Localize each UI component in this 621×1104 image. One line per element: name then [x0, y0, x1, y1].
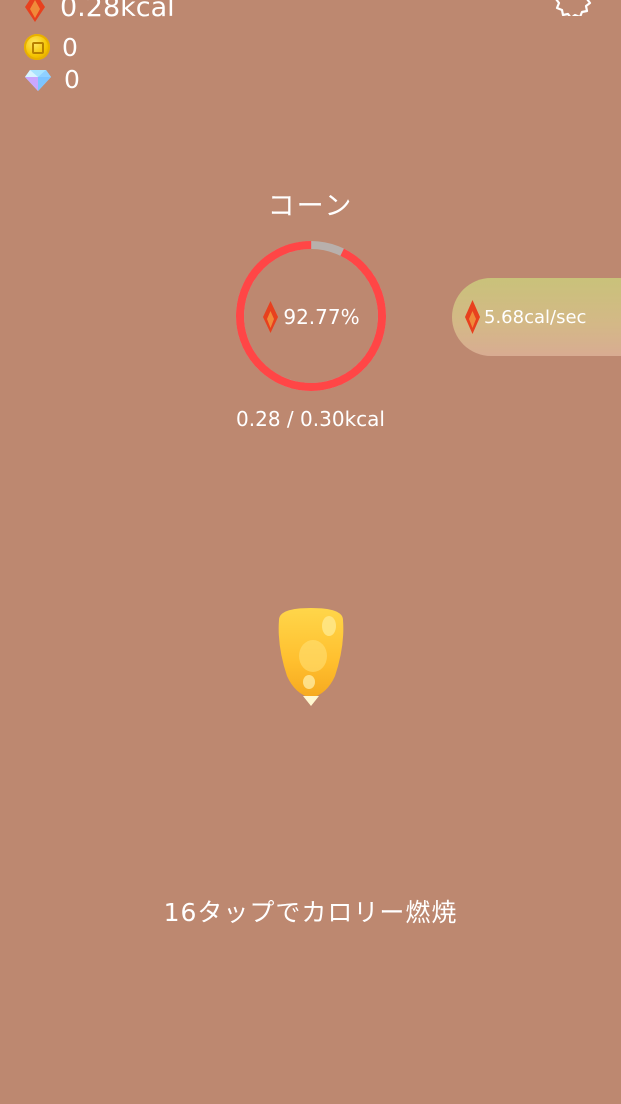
gem-counter: 0	[24, 67, 80, 92]
progress-percent: 92.77%	[283, 305, 360, 329]
burn-rate-badge: 5.68cal/sec	[452, 278, 621, 356]
diamond-icon	[25, 69, 51, 91]
tap-hint: 16タップでカロリー燃焼	[163, 898, 458, 927]
kcal-counter: 0.28kcal	[24, 0, 175, 22]
coin-value: 0	[62, 32, 78, 62]
burn-rate-value: 5.68cal/sec	[484, 306, 587, 328]
gear-icon[interactable]	[555, 0, 595, 16]
kcal-value: 0.28kcal	[60, 0, 175, 23]
coin-counter: 0	[24, 34, 78, 60]
progress-center: 92.77%	[233, 299, 389, 335]
flame-icon	[465, 300, 480, 334]
kcal-progress: 0.28 / 0.30kcal	[236, 407, 385, 431]
flame-icon	[25, 0, 45, 22]
flame-icon	[263, 301, 279, 333]
corn-kernel[interactable]	[273, 606, 349, 708]
gem-value: 0	[64, 65, 80, 94]
food-name: コーン	[267, 191, 354, 222]
coin-icon	[24, 34, 50, 60]
